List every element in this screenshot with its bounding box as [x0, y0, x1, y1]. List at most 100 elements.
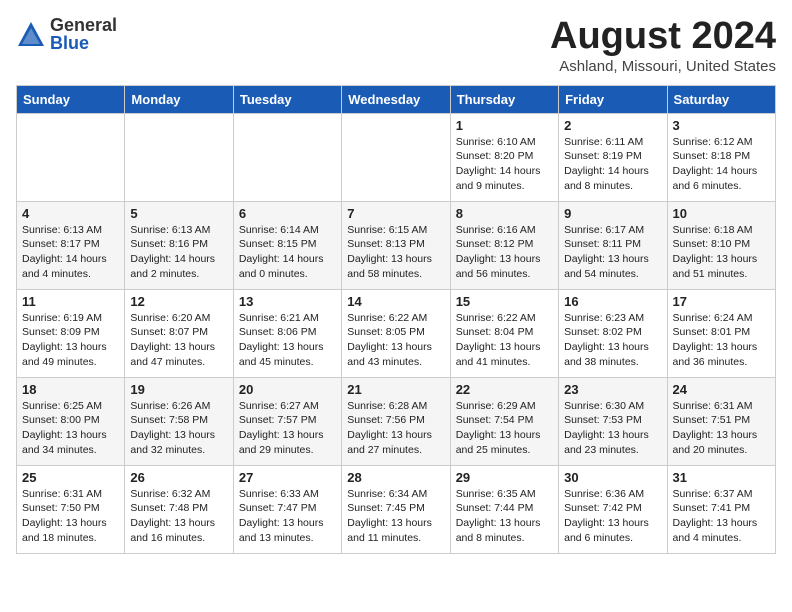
- day-info: Sunrise: 6:30 AM Sunset: 7:53 PM Dayligh…: [564, 399, 661, 458]
- calendar-week-1: 4 Sunrise: 6:13 AM Sunset: 8:17 PM Daylig…: [17, 201, 776, 289]
- col-monday: Monday: [125, 85, 233, 113]
- day-info: Sunrise: 6:37 AM Sunset: 7:41 PM Dayligh…: [673, 487, 770, 546]
- day-number: 1: [456, 118, 553, 133]
- calendar-cell: 31 Sunrise: 6:37 AM Sunset: 7:41 PM Dayli…: [667, 465, 775, 553]
- calendar-cell: 4 Sunrise: 6:13 AM Sunset: 8:17 PM Daylig…: [17, 201, 125, 289]
- calendar-cell: 27Sunrise: 6:33 AM Sunset: 7:47 PM Dayli…: [233, 465, 341, 553]
- calendar-cell: 24Sunrise: 6:31 AM Sunset: 7:51 PM Dayli…: [667, 377, 775, 465]
- day-info: Sunrise: 6:27 AM Sunset: 7:57 PM Dayligh…: [239, 399, 336, 458]
- day-number: 29: [456, 470, 553, 485]
- day-info: Sunrise: 6:13 AM Sunset: 8:17 PM Dayligh…: [22, 223, 119, 282]
- day-number: 6: [239, 206, 336, 221]
- calendar-cell: 12Sunrise: 6:20 AM Sunset: 8:07 PM Dayli…: [125, 289, 233, 377]
- day-info: Sunrise: 6:24 AM Sunset: 8:01 PM Dayligh…: [673, 311, 770, 370]
- day-info: Sunrise: 6:12 AM Sunset: 8:18 PM Dayligh…: [673, 135, 770, 194]
- calendar-cell: 25Sunrise: 6:31 AM Sunset: 7:50 PM Dayli…: [17, 465, 125, 553]
- day-number: 4: [22, 206, 119, 221]
- calendar-cell: 1Sunrise: 6:10 AM Sunset: 8:20 PM Daylig…: [450, 113, 558, 201]
- header: General Blue August 2024 Ashland, Missou…: [16, 16, 776, 75]
- calendar-cell: 5 Sunrise: 6:13 AM Sunset: 8:16 PM Daylig…: [125, 201, 233, 289]
- logo-icon: [16, 20, 46, 48]
- day-number: 16: [564, 294, 661, 309]
- day-info: Sunrise: 6:32 AM Sunset: 7:48 PM Dayligh…: [130, 487, 227, 546]
- calendar-cell: 14Sunrise: 6:22 AM Sunset: 8:05 PM Dayli…: [342, 289, 450, 377]
- day-number: 15: [456, 294, 553, 309]
- day-info: Sunrise: 6:23 AM Sunset: 8:02 PM Dayligh…: [564, 311, 661, 370]
- calendar-week-4: 25Sunrise: 6:31 AM Sunset: 7:50 PM Dayli…: [17, 465, 776, 553]
- location: Ashland, Missouri, United States: [550, 58, 776, 75]
- day-number: 24: [673, 382, 770, 397]
- calendar-cell: 3 Sunrise: 6:12 AM Sunset: 8:18 PM Daylig…: [667, 113, 775, 201]
- calendar-cell: 26Sunrise: 6:32 AM Sunset: 7:48 PM Dayli…: [125, 465, 233, 553]
- day-number: 21: [347, 382, 444, 397]
- calendar-cell: 18Sunrise: 6:25 AM Sunset: 8:00 PM Dayli…: [17, 377, 125, 465]
- calendar-cell: 2 Sunrise: 6:11 AM Sunset: 8:19 PM Daylig…: [559, 113, 667, 201]
- calendar-cell: [17, 113, 125, 201]
- day-number: 25: [22, 470, 119, 485]
- calendar-week-2: 11 Sunrise: 6:19 AM Sunset: 8:09 PM Dayli…: [17, 289, 776, 377]
- day-info: Sunrise: 6:16 AM Sunset: 8:12 PM Dayligh…: [456, 223, 553, 282]
- calendar-cell: 16 Sunrise: 6:23 AM Sunset: 8:02 PM Dayli…: [559, 289, 667, 377]
- day-number: 31: [673, 470, 770, 485]
- logo-general-text: General: [50, 16, 117, 34]
- day-number: 11: [22, 294, 119, 309]
- day-info: Sunrise: 6:36 AM Sunset: 7:42 PM Dayligh…: [564, 487, 661, 546]
- calendar-header-row: Sunday Monday Tuesday Wednesday Thursday…: [17, 85, 776, 113]
- day-number: 7: [347, 206, 444, 221]
- col-friday: Friday: [559, 85, 667, 113]
- calendar-cell: [125, 113, 233, 201]
- calendar-cell: 15 Sunrise: 6:22 AM Sunset: 8:04 PM Dayli…: [450, 289, 558, 377]
- title-area: August 2024 Ashland, Missouri, United St…: [550, 16, 776, 75]
- day-info: Sunrise: 6:28 AM Sunset: 7:56 PM Dayligh…: [347, 399, 444, 458]
- day-number: 8: [456, 206, 553, 221]
- day-info: Sunrise: 6:14 AM Sunset: 8:15 PM Dayligh…: [239, 223, 336, 282]
- day-number: 20: [239, 382, 336, 397]
- calendar-cell: 11 Sunrise: 6:19 AM Sunset: 8:09 PM Dayli…: [17, 289, 125, 377]
- col-tuesday: Tuesday: [233, 85, 341, 113]
- calendar-cell: 21 Sunrise: 6:28 AM Sunset: 7:56 PM Dayli…: [342, 377, 450, 465]
- logo: General Blue: [16, 16, 117, 52]
- day-number: 14: [347, 294, 444, 309]
- day-number: 28: [347, 470, 444, 485]
- calendar-cell: [342, 113, 450, 201]
- calendar-cell: 7 Sunrise: 6:15 AM Sunset: 8:13 PM Daylig…: [342, 201, 450, 289]
- day-number: 10: [673, 206, 770, 221]
- day-number: 9: [564, 206, 661, 221]
- day-info: Sunrise: 6:15 AM Sunset: 8:13 PM Dayligh…: [347, 223, 444, 282]
- day-info: Sunrise: 6:26 AM Sunset: 7:58 PM Dayligh…: [130, 399, 227, 458]
- calendar-cell: 13Sunrise: 6:21 AM Sunset: 8:06 PM Dayli…: [233, 289, 341, 377]
- calendar-week-3: 18Sunrise: 6:25 AM Sunset: 8:00 PM Dayli…: [17, 377, 776, 465]
- day-info: Sunrise: 6:11 AM Sunset: 8:19 PM Dayligh…: [564, 135, 661, 194]
- day-info: Sunrise: 6:22 AM Sunset: 8:04 PM Dayligh…: [456, 311, 553, 370]
- day-info: Sunrise: 6:13 AM Sunset: 8:16 PM Dayligh…: [130, 223, 227, 282]
- calendar: Sunday Monday Tuesday Wednesday Thursday…: [16, 85, 776, 554]
- calendar-cell: 23 Sunrise: 6:30 AM Sunset: 7:53 PM Dayli…: [559, 377, 667, 465]
- day-number: 23: [564, 382, 661, 397]
- calendar-cell: 17 Sunrise: 6:24 AM Sunset: 8:01 PM Dayli…: [667, 289, 775, 377]
- day-number: 17: [673, 294, 770, 309]
- calendar-cell: 8 Sunrise: 6:16 AM Sunset: 8:12 PM Daylig…: [450, 201, 558, 289]
- calendar-cell: [233, 113, 341, 201]
- day-info: Sunrise: 6:33 AM Sunset: 7:47 PM Dayligh…: [239, 487, 336, 546]
- calendar-cell: 20 Sunrise: 6:27 AM Sunset: 7:57 PM Dayli…: [233, 377, 341, 465]
- day-number: 13: [239, 294, 336, 309]
- month-title: August 2024: [550, 16, 776, 58]
- calendar-cell: 9 Sunrise: 6:17 AM Sunset: 8:11 PM Daylig…: [559, 201, 667, 289]
- day-info: Sunrise: 6:20 AM Sunset: 8:07 PM Dayligh…: [130, 311, 227, 370]
- day-number: 3: [673, 118, 770, 133]
- calendar-cell: 30Sunrise: 6:36 AM Sunset: 7:42 PM Dayli…: [559, 465, 667, 553]
- day-number: 19: [130, 382, 227, 397]
- day-info: Sunrise: 6:34 AM Sunset: 7:45 PM Dayligh…: [347, 487, 444, 546]
- day-info: Sunrise: 6:35 AM Sunset: 7:44 PM Dayligh…: [456, 487, 553, 546]
- calendar-cell: 28 Sunrise: 6:34 AM Sunset: 7:45 PM Dayli…: [342, 465, 450, 553]
- day-number: 2: [564, 118, 661, 133]
- day-number: 5: [130, 206, 227, 221]
- col-sunday: Sunday: [17, 85, 125, 113]
- calendar-cell: 29 Sunrise: 6:35 AM Sunset: 7:44 PM Dayli…: [450, 465, 558, 553]
- calendar-week-0: 1Sunrise: 6:10 AM Sunset: 8:20 PM Daylig…: [17, 113, 776, 201]
- calendar-cell: 22Sunrise: 6:29 AM Sunset: 7:54 PM Dayli…: [450, 377, 558, 465]
- col-saturday: Saturday: [667, 85, 775, 113]
- day-info: Sunrise: 6:19 AM Sunset: 8:09 PM Dayligh…: [22, 311, 119, 370]
- day-info: Sunrise: 6:17 AM Sunset: 8:11 PM Dayligh…: [564, 223, 661, 282]
- day-number: 22: [456, 382, 553, 397]
